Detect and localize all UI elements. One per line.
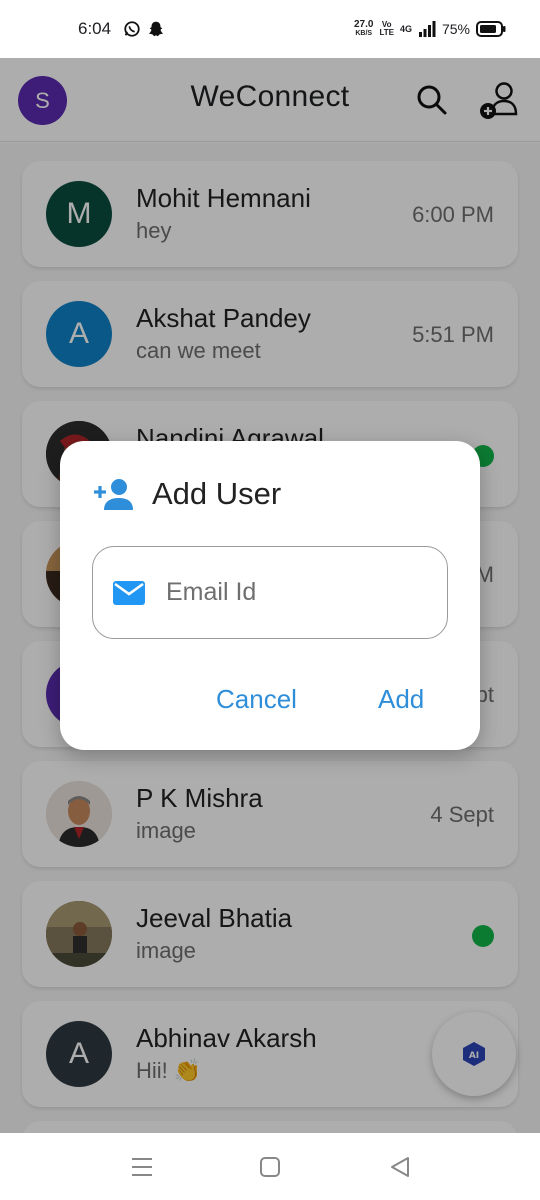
menu-icon[interactable] <box>130 1155 154 1179</box>
signal-icon <box>418 21 436 37</box>
status-indicators: 27.0 KB/S Vo LTE 4G 75% <box>354 20 506 38</box>
speed-value: 27.0 <box>353 19 374 30</box>
snapchat-icon <box>148 21 164 37</box>
volte-indicator: Vo LTE <box>379 21 394 37</box>
dialog-title: Add User <box>152 476 282 511</box>
email-field[interactable] <box>92 546 448 639</box>
status-time: 6:04 <box>78 19 112 38</box>
back-icon[interactable] <box>388 1155 412 1179</box>
mail-icon <box>113 580 145 605</box>
whatsapp-icon <box>124 21 140 37</box>
network-speed: 27.0 KB/S <box>354 20 373 38</box>
add-button[interactable]: Add <box>378 684 424 715</box>
status-bar: 6:04 27.0 KB/S Vo LTE 4G 75% <box>0 0 540 58</box>
battery-icon <box>476 21 506 37</box>
email-input[interactable] <box>166 578 406 607</box>
network-type: 4G <box>399 24 412 34</box>
battery-percent: 75% <box>441 21 470 37</box>
system-nav-bar <box>0 1133 540 1200</box>
volte-bottom: LTE <box>379 28 394 37</box>
cancel-button[interactable]: Cancel <box>216 684 297 715</box>
speed-unit: KB/S <box>355 30 373 37</box>
person-add-icon <box>94 479 133 510</box>
add-user-dialog: Add User Cancel Add <box>60 441 480 750</box>
home-icon[interactable] <box>258 1155 282 1179</box>
